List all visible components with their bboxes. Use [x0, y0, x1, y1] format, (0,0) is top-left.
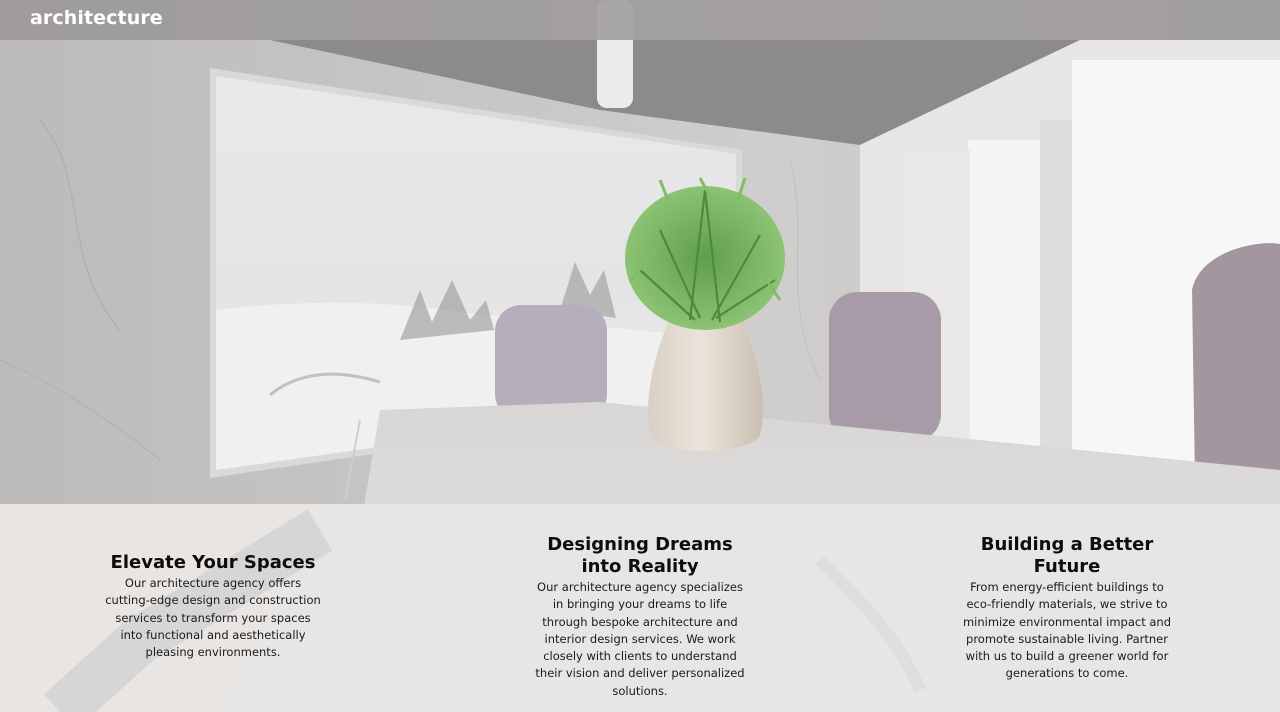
feature-card-3: Building a Better Future From energy-eff… — [956, 534, 1178, 683]
feature-description: Our architecture agency offers cutting-e… — [105, 576, 321, 660]
features-section: Elevate Your Spaces Our architecture age… — [0, 504, 1280, 712]
feature-title: Designing Dreams into Reality — [547, 534, 733, 577]
feature-title: Elevate Your Spaces — [110, 552, 316, 573]
feature-card-2: Designing Dreams into Reality Our archit… — [530, 534, 750, 700]
feature-title: Building a Better Future — [980, 534, 1154, 577]
brand-logo[interactable]: architecture — [30, 7, 163, 29]
feature-card-1: Elevate Your Spaces Our architecture age… — [103, 552, 323, 661]
feature-description: From energy-efficient buildings to eco-f… — [962, 580, 1172, 681]
top-bar: architecture — [0, 0, 1280, 40]
feature-description: Our architecture agency specializes in b… — [535, 580, 745, 698]
